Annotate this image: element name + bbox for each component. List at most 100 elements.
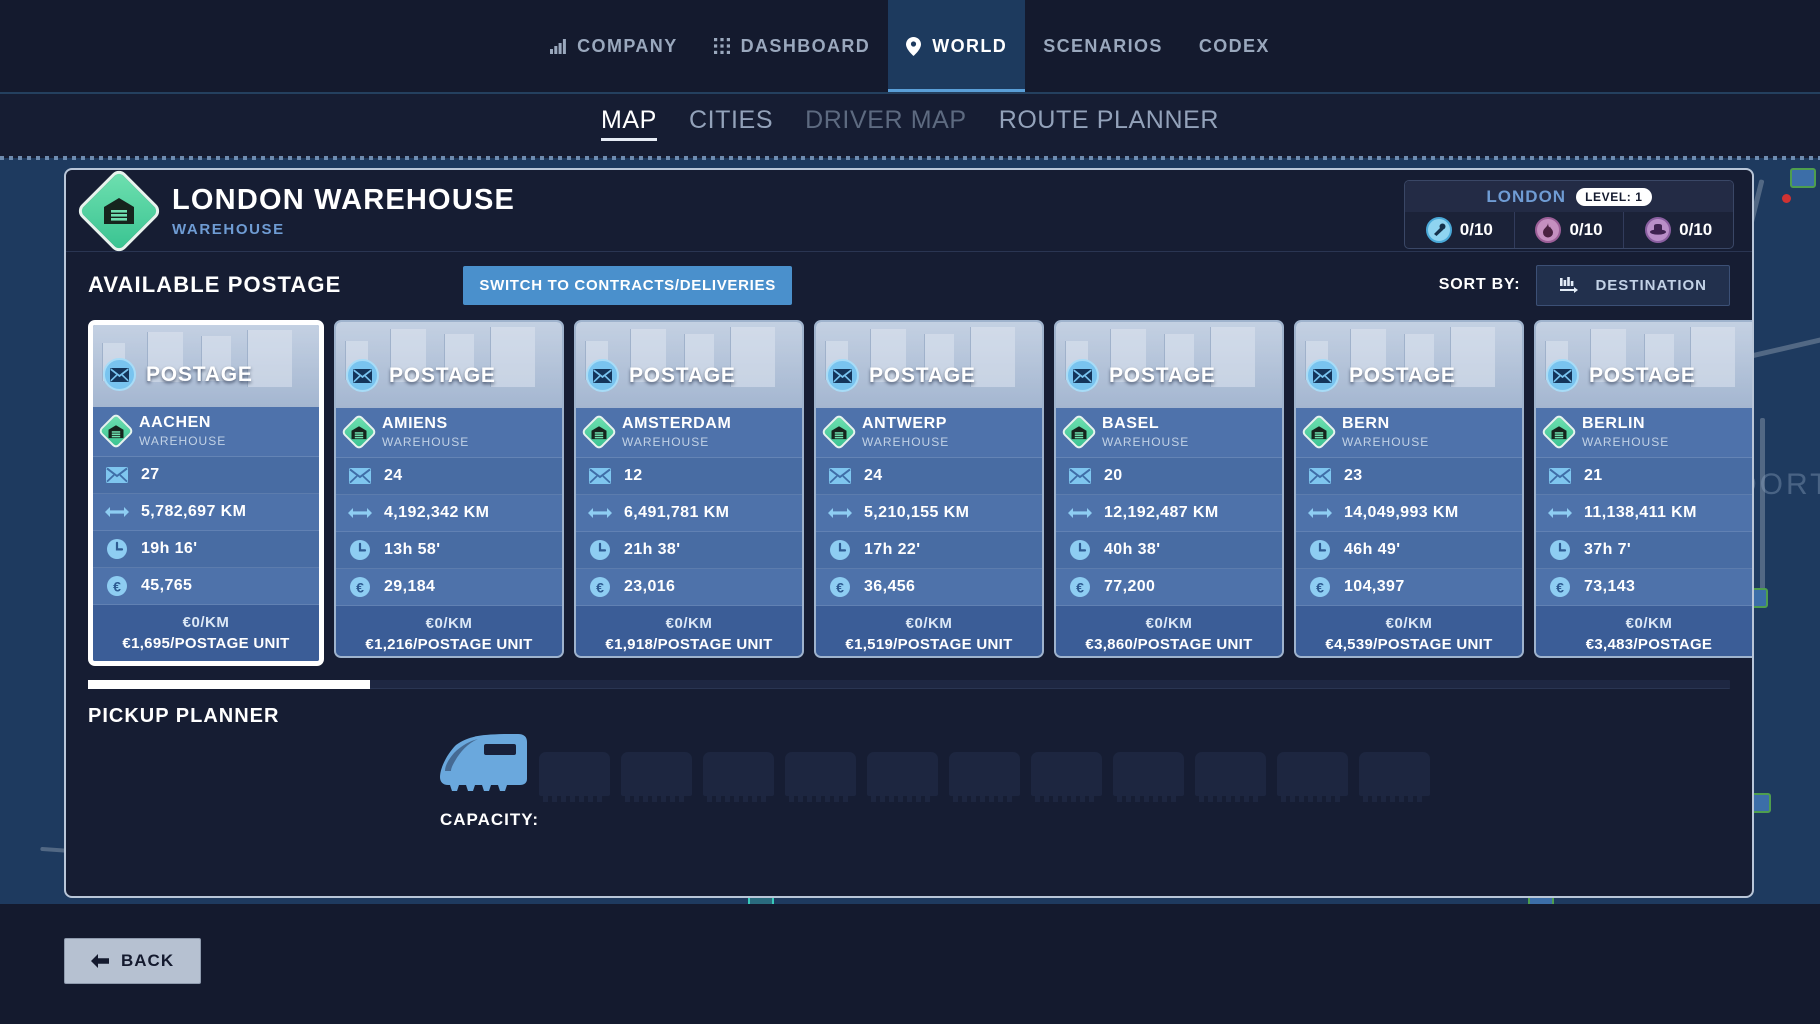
postage-card[interactable]: POSTAGEBASELWAREHOUSE2012,192,487 KM40h …: [1054, 320, 1284, 658]
clock-icon: [105, 538, 129, 560]
subnav-item-map[interactable]: MAP: [585, 94, 673, 135]
distance-icon: [828, 506, 852, 520]
flame-icon: [1535, 217, 1561, 243]
sort-by-button[interactable]: DESTINATION: [1536, 265, 1730, 306]
card-money-value: 23,016: [624, 578, 675, 596]
card-per-km: €0/KM: [1062, 615, 1276, 632]
wagon-slot[interactable]: [1195, 752, 1266, 796]
postage-card-list: POSTAGEAACHENWAREHOUSE275,782,697 KM19h …: [66, 320, 1752, 666]
card-distance-row: 12,192,487 KM: [1056, 495, 1282, 532]
card-time-value: 17h 22': [864, 541, 920, 559]
svg-text:€: €: [113, 578, 121, 594]
card-scrollbar[interactable]: [88, 680, 1730, 689]
euro-icon: €: [588, 576, 612, 598]
nav-item-dashboard[interactable]: DASHBOARD: [696, 0, 889, 92]
nav-item-codex[interactable]: CODEX: [1181, 0, 1288, 92]
wagon-slot[interactable]: [539, 752, 610, 796]
envelope-icon: [1066, 359, 1099, 392]
postage-card[interactable]: POSTAGEAMSTERDAMWAREHOUSE126,491,781 KM2…: [574, 320, 804, 658]
nav-label-company: COMPANY: [577, 36, 677, 57]
card-time-value: 46h 49': [1344, 541, 1400, 559]
postage-card[interactable]: POSTAGEAMIENSWAREHOUSE244,192,342 KM13h …: [334, 320, 564, 658]
dotted-divider: [0, 156, 1820, 160]
page-subtitle: WAREHOUSE: [172, 221, 515, 238]
card-units-row: 21: [1536, 458, 1752, 495]
resource-flame[interactable]: 0/10: [1515, 212, 1625, 248]
card-units-value: 24: [864, 467, 883, 485]
card-distance-row: 14,049,993 KM: [1296, 495, 1522, 532]
wagon-slot[interactable]: [1113, 752, 1184, 796]
distance-icon: [105, 505, 129, 519]
nav-item-world[interactable]: WORLD: [888, 0, 1025, 92]
wagon-slot[interactable]: [703, 752, 774, 796]
arrow-left-icon: [91, 954, 109, 968]
wagon-slot[interactable]: [1031, 752, 1102, 796]
card-destination-row: AACHENWAREHOUSE: [93, 407, 319, 457]
card-type-label: POSTAGE: [869, 364, 976, 388]
card-distance-row: 4,192,342 KM: [336, 495, 562, 532]
card-per-unit: €1,695/POSTAGE UNIT: [99, 635, 313, 652]
card-photo: POSTAGE: [93, 325, 319, 407]
card-units-value: 21: [1584, 467, 1603, 485]
card-destination-row: BERNWAREHOUSE: [1296, 408, 1522, 458]
clock-icon: [1308, 539, 1332, 561]
back-button[interactable]: BACK: [64, 938, 201, 984]
subnav-item-route-planner[interactable]: ROUTE PLANNER: [983, 94, 1235, 135]
envelope-icon: [828, 468, 852, 484]
wagon-slot[interactable]: [1359, 752, 1430, 796]
card-time-row: 21h 38': [576, 532, 802, 569]
card-type-label: POSTAGE: [629, 364, 736, 388]
card-money-row: €29,184: [336, 569, 562, 606]
card-time-row: 19h 16': [93, 531, 319, 568]
level-city-name: LONDON: [1486, 187, 1566, 207]
resource-hat[interactable]: 0/10: [1624, 212, 1733, 248]
subnav-item-cities[interactable]: CITIES: [673, 94, 789, 135]
wagon-slot[interactable]: [621, 752, 692, 796]
wagon-slot[interactable]: [867, 752, 938, 796]
card-photo: POSTAGE: [336, 322, 562, 408]
postage-card[interactable]: POSTAGEAACHENWAREHOUSE275,782,697 KM19h …: [88, 320, 324, 666]
card-distance-value: 14,049,993 KM: [1344, 504, 1459, 522]
warehouse-icon: [98, 413, 135, 450]
envelope-icon: [103, 358, 136, 391]
card-distance-row: 6,491,781 KM: [576, 495, 802, 532]
card-time-row: 17h 22': [816, 532, 1042, 569]
card-per-unit: €3,860/POSTAGE UNIT: [1062, 636, 1276, 653]
svg-text:€: €: [836, 579, 844, 595]
resource-flame-value: 0/10: [1569, 220, 1602, 240]
card-money-value: 36,456: [864, 578, 915, 596]
card-photo: POSTAGE: [1056, 322, 1282, 408]
resource-tool[interactable]: 0/10: [1405, 212, 1515, 248]
card-per-km: €0/KM: [582, 615, 796, 632]
wagon-slot[interactable]: [785, 752, 856, 796]
card-destination-type: WAREHOUSE: [622, 435, 731, 449]
card-money-value: 77,200: [1104, 578, 1155, 596]
card-photo: POSTAGE: [576, 322, 802, 408]
card-per-km: €0/KM: [822, 615, 1036, 632]
card-money-value: 45,765: [141, 577, 192, 595]
level-box: LONDON LEVEL: 1 0/10 0/10: [1404, 180, 1734, 249]
card-destination-type: WAREHOUSE: [1342, 435, 1429, 449]
nav-item-scenarios[interactable]: SCENARIOS: [1025, 0, 1181, 92]
card-per-km: €0/KM: [342, 615, 556, 632]
card-destination-row: ANTWERPWAREHOUSE: [816, 408, 1042, 458]
postage-card[interactable]: POSTAGEBERNWAREHOUSE2314,049,993 KM46h 4…: [1294, 320, 1524, 658]
map-marker[interactable]: [1790, 168, 1816, 188]
wagon-slot[interactable]: [1277, 752, 1348, 796]
postage-card[interactable]: POSTAGEANTWERPWAREHOUSE245,210,155 KM17h…: [814, 320, 1044, 658]
card-scrollbar-thumb[interactable]: [88, 680, 370, 689]
card-time-value: 19h 16': [141, 540, 197, 558]
postage-card[interactable]: POSTAGEBERLINWAREHOUSE2111,138,411 KM37h…: [1534, 320, 1752, 658]
clock-icon: [1068, 539, 1092, 561]
card-distance-row: 11,138,411 KM: [1536, 495, 1752, 532]
toolbar: AVAILABLE POSTAGE SWITCH TO CONTRACTS/DE…: [66, 252, 1752, 318]
card-destination-name: BERLIN: [1582, 416, 1669, 433]
nav-item-company[interactable]: COMPANY: [532, 0, 695, 92]
card-money-row: €36,456: [816, 569, 1042, 606]
wagon-slot[interactable]: [949, 752, 1020, 796]
card-time-value: 21h 38': [624, 541, 680, 559]
switch-to-contracts-button[interactable]: SWITCH TO CONTRACTS/DELIVERIES: [463, 266, 792, 305]
section-title: AVAILABLE POSTAGE: [88, 272, 341, 298]
train-icon[interactable]: [440, 733, 528, 796]
card-units-value: 27: [141, 466, 160, 484]
